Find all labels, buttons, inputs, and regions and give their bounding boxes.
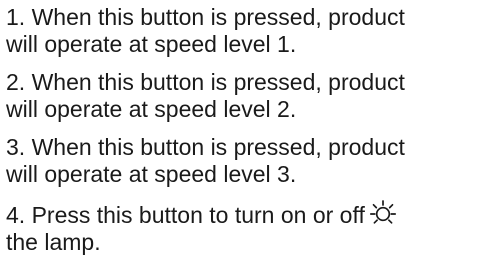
instruction-list: 1. When this button is pressed, product …: [0, 4, 482, 267]
instruction-4-line-1-wrap: 4. Press this button to turn on or off: [6, 199, 476, 229]
instruction-4-line-1: 4. Press this button to turn on or off: [6, 202, 365, 228]
instruction-3-line-2: will operate at speed level 3.: [6, 161, 297, 187]
instruction-2-line-1: 2. When this button is pressed, product: [6, 69, 405, 95]
lamp-icon: [369, 199, 397, 227]
instruction-item-4: 4. Press this button to turn on or off t…: [0, 199, 482, 256]
instruction-item-2: 2. When this button is pressed, product …: [0, 69, 482, 123]
instruction-item-3: 3. When this button is pressed, product …: [0, 134, 482, 188]
instruction-4-line-2: the lamp.: [6, 229, 101, 255]
instruction-item-1: 1. When this button is pressed, product …: [0, 4, 482, 58]
instruction-1-line-1: 1. When this button is pressed, product: [6, 4, 405, 30]
instruction-1-line-2: will operate at speed level 1.: [6, 31, 297, 57]
instruction-3-line-1: 3. When this button is pressed, product: [6, 134, 405, 160]
instruction-2-line-2: will operate at speed level 2.: [6, 96, 297, 122]
